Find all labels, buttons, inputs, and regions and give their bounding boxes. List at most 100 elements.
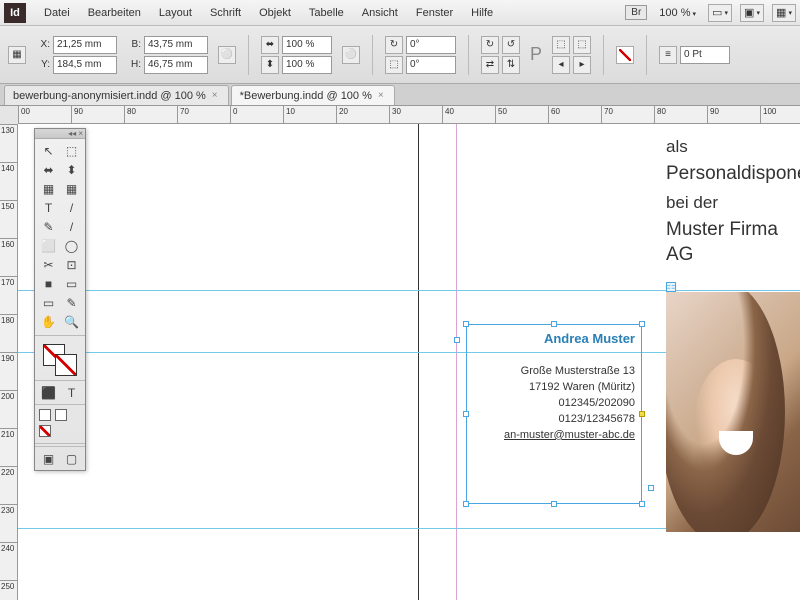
menu-objekt[interactable]: Objekt — [251, 3, 299, 23]
rectangle-frame-tool[interactable]: ⬜ — [37, 236, 60, 255]
frame-name: Andrea Muster — [504, 331, 635, 346]
eyedropper-tool[interactable]: ✎ — [60, 293, 83, 312]
hand-tool[interactable]: ✋ — [37, 312, 60, 331]
select-prev-icon[interactable]: ◂ — [552, 56, 570, 74]
handle-br[interactable] — [639, 501, 645, 507]
selection-tool[interactable]: ↖ — [37, 141, 60, 160]
text-attr-icon: P — [530, 44, 542, 65]
tools-panel[interactable]: ◂◂ × ↖⬚⬌⬍▦▦T/✎/⬜◯✂⊡■▭▭✎✋🔍 ⬛ T ▣ ▢ — [34, 128, 86, 471]
select-next-icon[interactable]: ▸ — [573, 56, 591, 74]
arrange-icon[interactable]: ▦▾ — [772, 4, 796, 22]
view-mode-normal-icon[interactable]: ▣ — [37, 449, 60, 468]
flip-v-icon[interactable]: ⇅ — [502, 56, 520, 74]
app-logo: Id — [4, 3, 26, 23]
selected-text-frame[interactable]: Andrea Muster Große Musterstraße 13 1719… — [466, 324, 642, 504]
y-input[interactable] — [53, 56, 117, 74]
constrain-icon[interactable]: ⚪ — [218, 46, 236, 64]
stroke-swatch-panel[interactable] — [55, 354, 77, 376]
fill-stroke-swatches[interactable] — [35, 338, 85, 380]
handle-tl[interactable] — [463, 321, 469, 327]
canvas[interactable]: als Personaldispone bei der Muster Firma… — [18, 124, 800, 600]
shear-input[interactable] — [406, 56, 456, 74]
rotation-input[interactable] — [406, 36, 456, 54]
rotate-ccw-icon[interactable]: ↺ — [502, 36, 520, 54]
page-tool[interactable]: ⬌ — [37, 160, 60, 179]
out-port[interactable] — [648, 485, 654, 491]
menu-tabelle[interactable]: Tabelle — [301, 3, 352, 23]
menu-schrift[interactable]: Schrift — [202, 3, 249, 23]
scale-y-input[interactable] — [282, 56, 332, 74]
fill-swatch[interactable] — [616, 46, 634, 64]
content-placer-tool[interactable]: ▦ — [60, 179, 83, 198]
view-mode-preview-icon[interactable]: ▢ — [60, 449, 83, 468]
type-tool[interactable]: T — [37, 198, 60, 217]
tab-2-close[interactable]: × — [378, 90, 384, 101]
format-container-icon[interactable]: ⬛ — [37, 383, 60, 402]
menu-layout[interactable]: Layout — [151, 3, 200, 23]
pencil-tool[interactable]: / — [60, 217, 83, 236]
scissors-tool[interactable]: ✂ — [37, 255, 60, 274]
height-input[interactable] — [144, 56, 208, 74]
in-port[interactable] — [454, 337, 460, 343]
line-tool[interactable]: / — [60, 198, 83, 217]
menu-hilfe[interactable]: Hilfe — [463, 3, 501, 23]
doc-text-line4: Muster Firma AG — [666, 218, 800, 267]
tab-1-close[interactable]: × — [212, 90, 218, 101]
direct-selection-tool[interactable]: ⬚ — [60, 141, 83, 160]
x-input[interactable] — [53, 36, 117, 54]
handle-mr[interactable] — [639, 411, 645, 417]
screen-mode-icon[interactable]: ▣▾ — [740, 4, 764, 22]
rotate-cw-icon[interactable]: ↻ — [481, 36, 499, 54]
b-label: B: — [127, 39, 141, 50]
menu-ansicht[interactable]: Ansicht — [354, 3, 406, 23]
handle-tr[interactable] — [639, 321, 645, 327]
frame-link-icon[interactable]: ⊂⊃ — [666, 282, 676, 292]
bridge-button[interactable]: Br — [625, 5, 647, 20]
tab-1[interactable]: bewerbung-anonymisiert.indd @ 100 %× — [4, 85, 229, 105]
gradient-swatch-tool[interactable]: ■ — [37, 274, 60, 293]
menu-datei[interactable]: Datei — [36, 3, 78, 23]
guide-horizontal-1[interactable] — [18, 290, 800, 291]
frame-email: an-muster@muster-abc.de — [504, 428, 635, 444]
pen-tool[interactable]: ✎ — [37, 217, 60, 236]
handle-bl[interactable] — [463, 501, 469, 507]
scale-x-icon: ⬌ — [261, 36, 279, 54]
doc-text-line2: Personaldispone — [666, 162, 800, 187]
frame-addr2: 17192 Waren (Müritz) — [504, 380, 635, 396]
zoom-tool[interactable]: 🔍 — [60, 312, 83, 331]
apply-color-swatch[interactable] — [55, 409, 67, 421]
menu-bar: Id Datei Bearbeiten Layout Schrift Objek… — [0, 0, 800, 26]
select-container-icon[interactable]: ⬚ — [552, 36, 570, 54]
apply-gradient-swatch[interactable] — [39, 425, 51, 437]
format-text-icon[interactable]: T — [60, 383, 83, 402]
apply-none-swatch[interactable] — [39, 409, 51, 421]
horizontal-ruler[interactable]: 009080700102030405060708090100 — [18, 106, 800, 124]
view-options-icon[interactable]: ▭▾ — [708, 4, 732, 22]
tools-panel-header[interactable]: ◂◂ × — [35, 129, 85, 139]
stroke-weight-input[interactable] — [680, 46, 730, 64]
handle-bc[interactable] — [551, 501, 557, 507]
select-content-icon[interactable]: ⬚ — [573, 36, 591, 54]
doc-text-line1: als — [666, 136, 688, 158]
vertical-ruler[interactable]: 130140150160170180190200210220230240250 — [0, 124, 18, 600]
width-input[interactable] — [144, 36, 208, 54]
content-collector-tool[interactable]: ▦ — [37, 179, 60, 198]
constrain-scale-icon[interactable]: ⚪ — [342, 46, 360, 64]
handle-ml[interactable] — [463, 411, 469, 417]
gap-tool[interactable]: ⬍ — [60, 160, 83, 179]
tab-2[interactable]: *Bewerbung.indd @ 100 %× — [231, 85, 395, 105]
control-bar: ▦ X: Y: B: H: ⚪ ⬌ ⬍ ⚪ ↻ ⬚ ↻↺ ⇄⇅ P ⬚⬚ ◂▸ … — [0, 26, 800, 84]
free-transform-tool[interactable]: ⊡ — [60, 255, 83, 274]
ellipse-frame-tool[interactable]: ◯ — [60, 236, 83, 255]
menu-bearbeiten[interactable]: Bearbeiten — [80, 3, 149, 23]
flip-h-icon[interactable]: ⇄ — [481, 56, 499, 74]
note-tool[interactable]: ▭ — [37, 293, 60, 312]
gradient-feather-tool[interactable]: ▭ — [60, 274, 83, 293]
scale-x-input[interactable] — [282, 36, 332, 54]
frame-addr1: Große Musterstraße 13 — [504, 364, 635, 380]
portrait-photo[interactable] — [666, 292, 800, 532]
menu-fenster[interactable]: Fenster — [408, 3, 461, 23]
handle-tc[interactable] — [551, 321, 557, 327]
reference-point-icon[interactable]: ▦ — [8, 46, 26, 64]
zoom-field[interactable]: 100 %▾ — [655, 6, 700, 20]
